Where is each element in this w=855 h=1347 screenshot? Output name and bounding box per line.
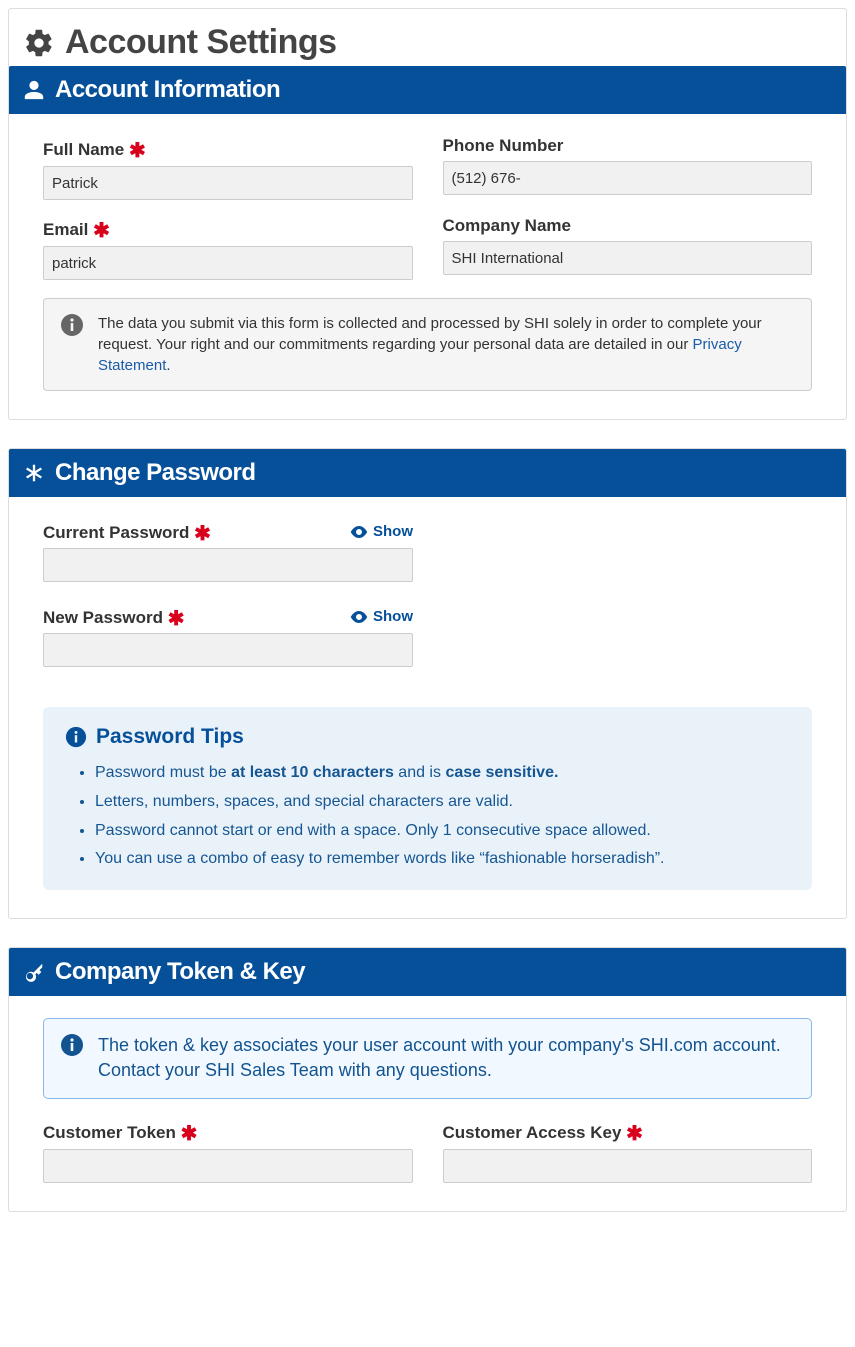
new-password-input[interactable] — [43, 633, 413, 667]
customer-key-label: Customer Access Key ✱ — [443, 1119, 813, 1144]
token-info-box: The token & key associates your user acc… — [43, 1018, 812, 1098]
change-password-header: Change Password — [9, 449, 846, 497]
info-icon — [65, 726, 87, 748]
privacy-info-box: The data you submit via this form is col… — [43, 298, 812, 391]
password-tips-box: Password Tips Password must be at least … — [43, 707, 812, 890]
current-password-input[interactable] — [43, 548, 413, 582]
email-input[interactable] — [43, 246, 413, 280]
customer-key-field: Customer Access Key ✱ — [443, 1119, 813, 1183]
key-icon — [23, 961, 45, 983]
change-password-card: Change Password Current Password ✱ Show … — [8, 448, 847, 919]
info-icon — [60, 313, 84, 337]
account-info-header: Account Information — [9, 66, 846, 114]
company-label: Company Name — [443, 216, 813, 236]
password-tips-list: Password must be at least 10 characters … — [65, 759, 790, 874]
email-label: Email ✱ — [43, 216, 413, 241]
eye-icon — [350, 525, 368, 539]
token-info-text: The token & key associates your user acc… — [98, 1033, 795, 1083]
page-title: Account Settings — [23, 23, 832, 62]
tip-item: Password cannot start or end with a spac… — [95, 817, 790, 846]
show-new-password-button[interactable]: Show — [350, 608, 413, 625]
phone-label: Phone Number — [443, 136, 813, 156]
required-asterisk: ✱ — [168, 608, 185, 630]
change-password-header-text: Change Password — [55, 459, 256, 487]
email-field: Email ✱ — [43, 216, 413, 280]
phone-field: Phone Number — [443, 136, 813, 200]
full-name-input[interactable] — [43, 166, 413, 200]
token-form-grid: Customer Token ✱ Customer Access Key ✱ — [23, 1119, 832, 1183]
tip-item: Letters, numbers, spaces, and special ch… — [95, 788, 790, 817]
customer-token-input[interactable] — [43, 1149, 413, 1183]
tip-item: Password must be at least 10 characters … — [95, 759, 790, 788]
current-password-label: Current Password ✱ — [43, 519, 211, 544]
required-asterisk: ✱ — [194, 523, 211, 545]
new-password-field: New Password ✱ Show — [43, 604, 413, 667]
company-token-header: Company Token & Key — [9, 948, 846, 996]
customer-token-label: Customer Token ✱ — [43, 1119, 413, 1144]
info-icon — [60, 1033, 84, 1057]
account-info-header-text: Account Information — [55, 76, 280, 104]
full-name-label: Full Name ✱ — [43, 136, 413, 161]
show-current-password-button[interactable]: Show — [350, 523, 413, 540]
current-password-field: Current Password ✱ Show — [43, 519, 413, 582]
required-asterisk: ✱ — [93, 220, 110, 242]
user-icon — [23, 79, 45, 101]
gear-icon — [23, 27, 55, 59]
tip-item: You can use a combo of easy to remember … — [95, 845, 790, 874]
required-asterisk: ✱ — [626, 1123, 643, 1145]
password-tips-header: Password Tips — [65, 725, 790, 749]
customer-key-input[interactable] — [443, 1149, 813, 1183]
account-form-grid: Full Name ✱ Phone Number Email ✱ Company… — [23, 136, 832, 280]
page-title-text: Account Settings — [65, 23, 337, 62]
company-input[interactable] — [443, 241, 813, 275]
phone-input[interactable] — [443, 161, 813, 195]
company-token-header-text: Company Token & Key — [55, 958, 305, 986]
privacy-text: The data you submit via this form is col… — [98, 313, 795, 376]
required-asterisk: ✱ — [129, 140, 146, 162]
full-name-field: Full Name ✱ — [43, 136, 413, 200]
company-token-card: Company Token & Key The token & key asso… — [8, 947, 847, 1211]
account-settings-card: Account Settings Account Information Ful… — [8, 8, 847, 420]
asterisk-icon — [23, 462, 45, 484]
eye-icon — [350, 610, 368, 624]
company-field: Company Name — [443, 216, 813, 280]
new-password-label: New Password ✱ — [43, 604, 185, 629]
customer-token-field: Customer Token ✱ — [43, 1119, 413, 1183]
required-asterisk: ✱ — [181, 1123, 198, 1145]
